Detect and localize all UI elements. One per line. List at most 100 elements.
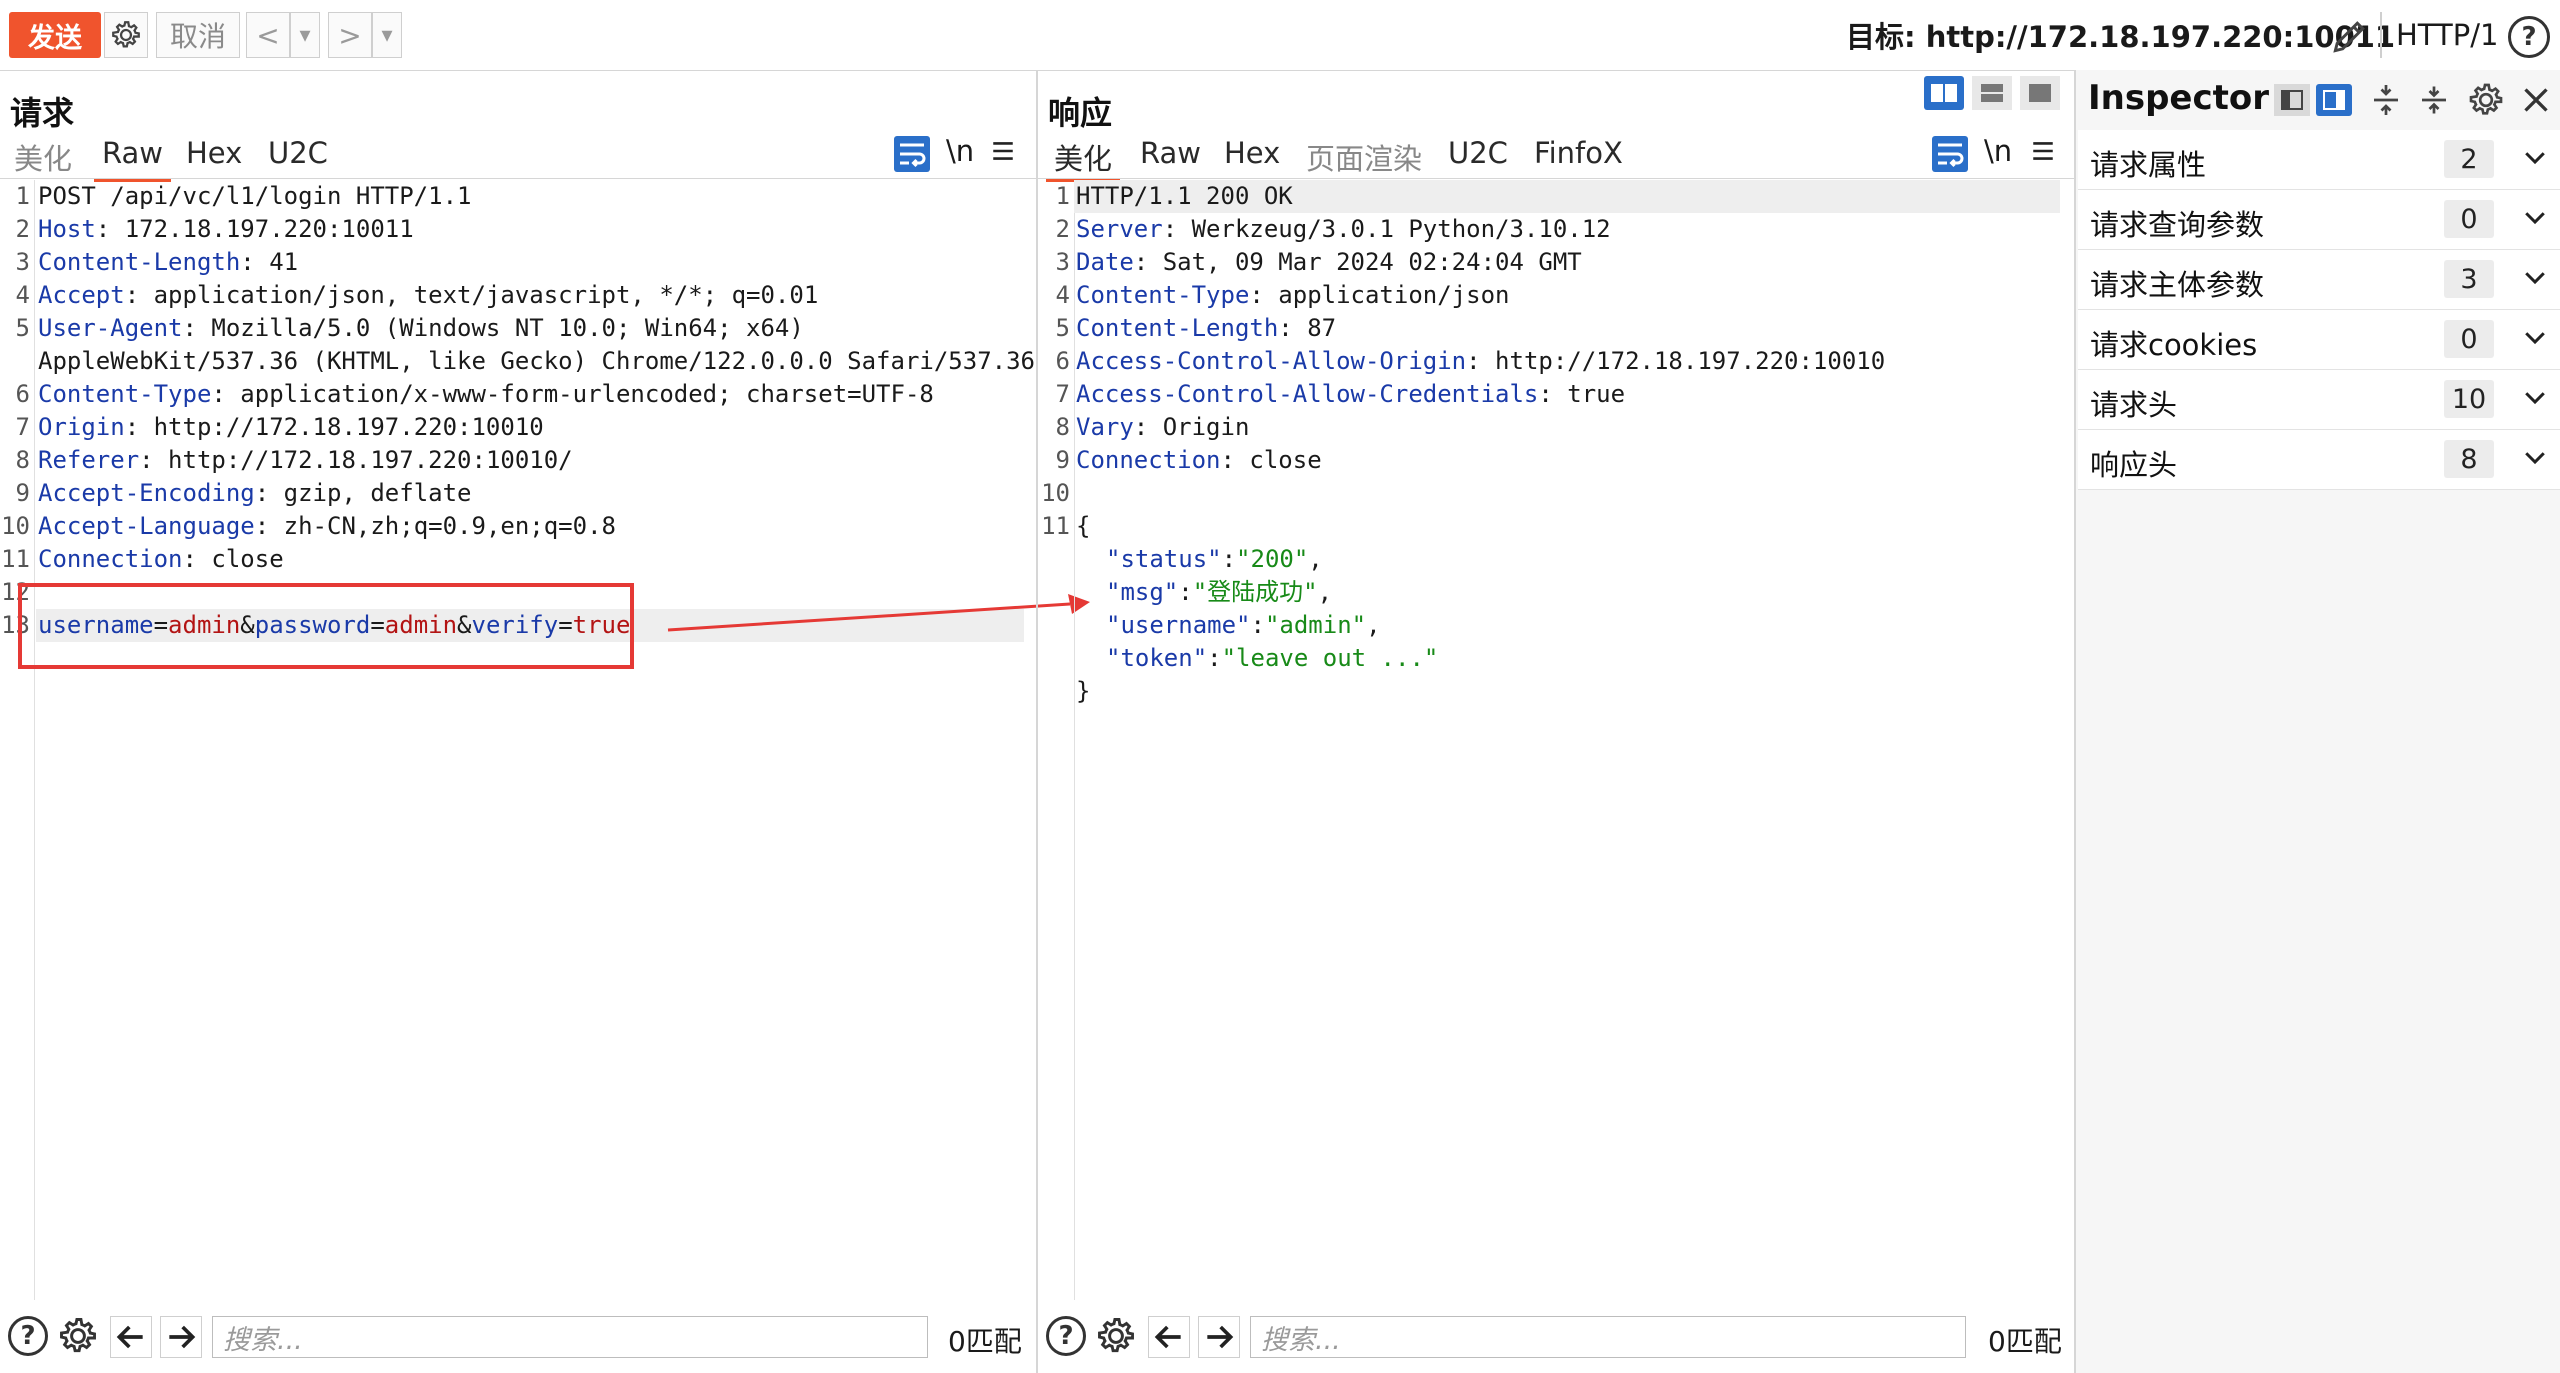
inspector-row-count: 0: [2444, 200, 2494, 238]
inspector-row-response-headers[interactable]: 响应头 8: [2078, 430, 2560, 490]
request-search-input[interactable]: 搜索...: [212, 1316, 928, 1358]
response-menu-button[interactable]: [2030, 138, 2056, 164]
line-number: 1: [15, 182, 30, 210]
hamburger-icon: [2033, 142, 2053, 160]
line-number: 7: [1055, 380, 1070, 408]
prev-button[interactable]: <: [246, 12, 290, 58]
inspector-row-request-attributes[interactable]: 请求属性 2: [2078, 130, 2560, 190]
response-tab-divider: [1038, 178, 2074, 179]
json-colon: :: [1207, 644, 1222, 672]
tab-response-hex[interactable]: Hex: [1224, 136, 1280, 176]
wrap-lines-button[interactable]: [894, 136, 930, 172]
request-help-icon[interactable]: ?: [8, 1316, 48, 1356]
header-key: Connection: [1076, 446, 1221, 474]
chevron-down-icon: [2525, 152, 2545, 165]
line-number: 3: [15, 248, 30, 276]
close-icon: [2524, 88, 2548, 112]
response-search-settings[interactable]: [1094, 1314, 1138, 1358]
header-key: Content-Length: [1076, 314, 1279, 342]
header-key: Content-Type: [1076, 281, 1250, 309]
help-icon[interactable]: ?: [2508, 16, 2550, 58]
status-line: HTTP/1.1 200 OK: [1076, 182, 1293, 210]
layout-stacked-button[interactable]: [1972, 76, 2012, 110]
tab-request-pretty[interactable]: 美化: [14, 136, 72, 176]
header-vary: Vary: Origin: [1076, 411, 1249, 444]
json-colon: :: [1221, 545, 1237, 573]
send-button[interactable]: 发送: [9, 12, 101, 58]
inspector-row-cookies[interactable]: 请求cookies 0: [2078, 310, 2560, 370]
settings-button[interactable]: [104, 12, 148, 58]
header-user-agent-continued: AppleWebKit/537.36 (KHTML, like Gecko) C…: [38, 347, 1035, 375]
header-key: User-Agent: [38, 314, 183, 342]
expand-vertical-icon: [2374, 85, 2398, 115]
inspector-layout-left-button[interactable]: [2274, 84, 2310, 116]
tab-response-render[interactable]: 页面渲染: [1306, 136, 1422, 176]
header-key: Origin: [38, 413, 125, 441]
response-show-newlines-button[interactable]: \n: [1984, 134, 2012, 168]
header-key: Accept-Language: [38, 512, 255, 540]
response-search-next[interactable]: [1198, 1316, 1240, 1358]
header-accept-encoding: Accept-Encoding: gzip, deflate: [38, 477, 472, 510]
tab-response-finfox[interactable]: FinfoX: [1534, 136, 1623, 176]
inspector-close-button[interactable]: [2518, 82, 2554, 118]
cancel-button[interactable]: 取消: [156, 12, 240, 58]
response-match-count: 0匹配: [1988, 1325, 2062, 1358]
header-origin: Origin: http://172.18.197.220:10010: [38, 411, 544, 444]
json-value: "登陆成功": [1192, 578, 1318, 606]
gutter-line: [34, 180, 35, 1300]
header-value: : http://172.18.197.220:10010: [124, 413, 544, 441]
request-search-prev[interactable]: [110, 1316, 152, 1358]
response-help-icon[interactable]: ?: [1046, 1316, 1086, 1356]
json-close-brace: }: [1076, 677, 1091, 705]
next-history-dropdown[interactable]: ▾: [372, 12, 402, 58]
header-key: Content-Length: [38, 248, 241, 276]
request-line: POST /api/vc/l1/login HTTP/1.1: [38, 182, 472, 210]
json-colon: :: [1178, 578, 1193, 606]
tab-request-raw[interactable]: Raw: [93, 136, 172, 182]
chevron-down-icon: [2525, 392, 2545, 405]
line-number: 8: [15, 446, 30, 474]
request-editor[interactable]: 1 2 3 4 5 6 7 8 9 10 11 12 13 POST /api/…: [0, 180, 1036, 1300]
wrap-icon: [1938, 143, 1964, 168]
inspector-row-count: 8: [2444, 440, 2494, 478]
show-newlines-button[interactable]: \n: [946, 134, 974, 168]
gear-icon: [112, 21, 140, 48]
response-search-input[interactable]: 搜索...: [1250, 1316, 1966, 1358]
layout-single-button[interactable]: [2020, 76, 2060, 110]
protocol-selector[interactable]: HTTP/1: [2396, 12, 2498, 58]
tab-request-hex[interactable]: Hex: [186, 136, 242, 176]
inspector-row-request-headers[interactable]: 请求头 10: [2078, 370, 2560, 430]
panel-left-icon: [2281, 90, 2303, 110]
layout-side-by-side-button[interactable]: [1924, 76, 1964, 110]
chevron-down-icon: [2525, 452, 2545, 465]
inspector-expand-button[interactable]: [2368, 82, 2404, 118]
json-key: "status": [1106, 545, 1222, 573]
inspector-row-body-params[interactable]: 请求主体参数 3: [2078, 250, 2560, 310]
line-number: 9: [15, 479, 30, 507]
rows-icon: [1981, 84, 2003, 102]
gear-icon: [2469, 83, 2503, 115]
next-button[interactable]: >: [328, 12, 372, 58]
header-content-length: Content-Length: 87: [1076, 312, 1336, 345]
edit-target-button[interactable]: [2328, 14, 2372, 58]
header-connection: Connection: close: [38, 543, 284, 576]
request-search-next[interactable]: [160, 1316, 202, 1358]
json-entry-token: "token":"leave out ...": [1106, 642, 1438, 675]
response-search-prev[interactable]: [1148, 1316, 1190, 1358]
inspector-collapse-button[interactable]: [2416, 82, 2452, 118]
request-search-settings[interactable]: [56, 1314, 100, 1358]
request-menu-button[interactable]: [990, 138, 1016, 164]
tab-request-u2c[interactable]: U2C: [268, 136, 328, 176]
tab-response-u2c[interactable]: U2C: [1448, 136, 1508, 176]
header-key: Accept-Encoding: [38, 479, 255, 507]
inspector-settings-button[interactable]: [2466, 80, 2506, 120]
inspector-layout-right-button[interactable]: [2316, 84, 2352, 116]
response-editor[interactable]: 1 2 3 4 5 6 7 8 9 10 11 HTTP/1.1 200 OK …: [1038, 180, 2072, 1300]
tab-response-pretty[interactable]: 美化: [1045, 136, 1121, 182]
inspector-row-query-params[interactable]: 请求查询参数 0: [2078, 190, 2560, 250]
response-wrap-lines-button[interactable]: [1932, 136, 1968, 172]
inspector-row-label: 响应头: [2090, 448, 2178, 482]
tab-response-raw[interactable]: Raw: [1140, 136, 1201, 176]
json-entry-status: "status":"200",: [1106, 543, 1323, 576]
prev-history-dropdown[interactable]: ▾: [290, 12, 320, 58]
